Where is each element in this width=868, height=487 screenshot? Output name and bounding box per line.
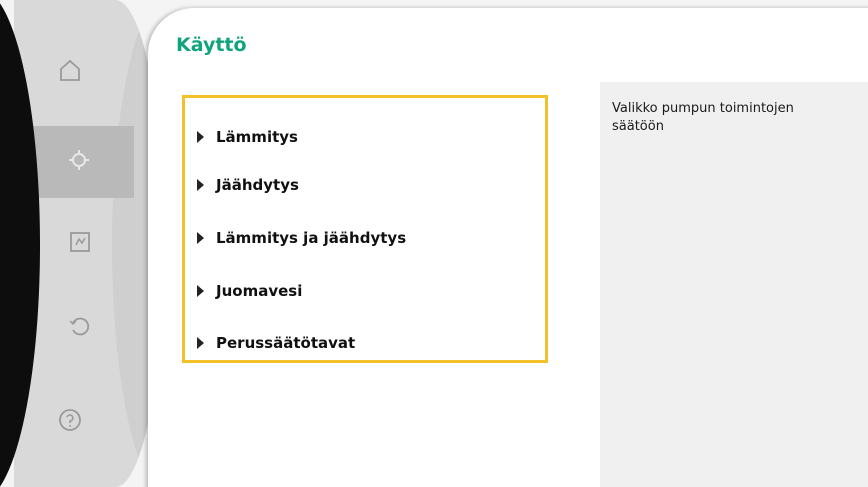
menu-item-drinking-water[interactable]: Juomavesi (197, 278, 537, 304)
help-panel: Valikko pumpun toimintojen säätöön (600, 82, 868, 487)
diagnostics-icon (67, 229, 93, 260)
caret-right-icon (197, 131, 204, 143)
restore-icon (67, 313, 93, 344)
page-title: Käyttö (176, 34, 247, 56)
nav-diagnostics-button[interactable] (48, 212, 112, 276)
device-screen: Käyttö Lämmitys Jäähdytys Lämmitys ja jä… (0, 0, 868, 487)
help-text: Valikko pumpun toimintojen säätöön (612, 101, 794, 134)
menu-item-label: Lämmitys ja jäähdytys (216, 229, 407, 247)
nav-help-button[interactable] (38, 390, 102, 454)
menu-item-label: Perussäätötavat (216, 334, 356, 352)
nav-home-button[interactable] (38, 40, 102, 104)
caret-right-icon (197, 337, 204, 349)
menu-item-label: Lämmitys (216, 128, 298, 146)
menu-item-label: Jäähdytys (216, 176, 299, 194)
menu-item-cooling[interactable]: Jäähdytys (197, 172, 537, 198)
menu-item-heating[interactable]: Lämmitys (197, 124, 537, 150)
nav-restore-button[interactable] (48, 296, 112, 360)
caret-right-icon (197, 179, 204, 191)
menu-item-label: Juomavesi (216, 282, 303, 300)
settings-menu: Lämmitys Jäähdytys Lämmitys ja jäähdytys… (182, 95, 548, 363)
menu-item-basic-control-modes[interactable]: Perussäätötavat (197, 330, 537, 356)
help-icon (57, 407, 83, 438)
nav-settings-button[interactable] (24, 126, 134, 198)
settings-icon (66, 147, 92, 178)
caret-right-icon (197, 232, 204, 244)
main-content-panel: Käyttö Lämmitys Jäähdytys Lämmitys ja jä… (148, 8, 868, 487)
menu-item-heating-and-cooling[interactable]: Lämmitys ja jäähdytys (197, 225, 537, 251)
caret-right-icon (197, 285, 204, 297)
home-icon (57, 57, 83, 88)
